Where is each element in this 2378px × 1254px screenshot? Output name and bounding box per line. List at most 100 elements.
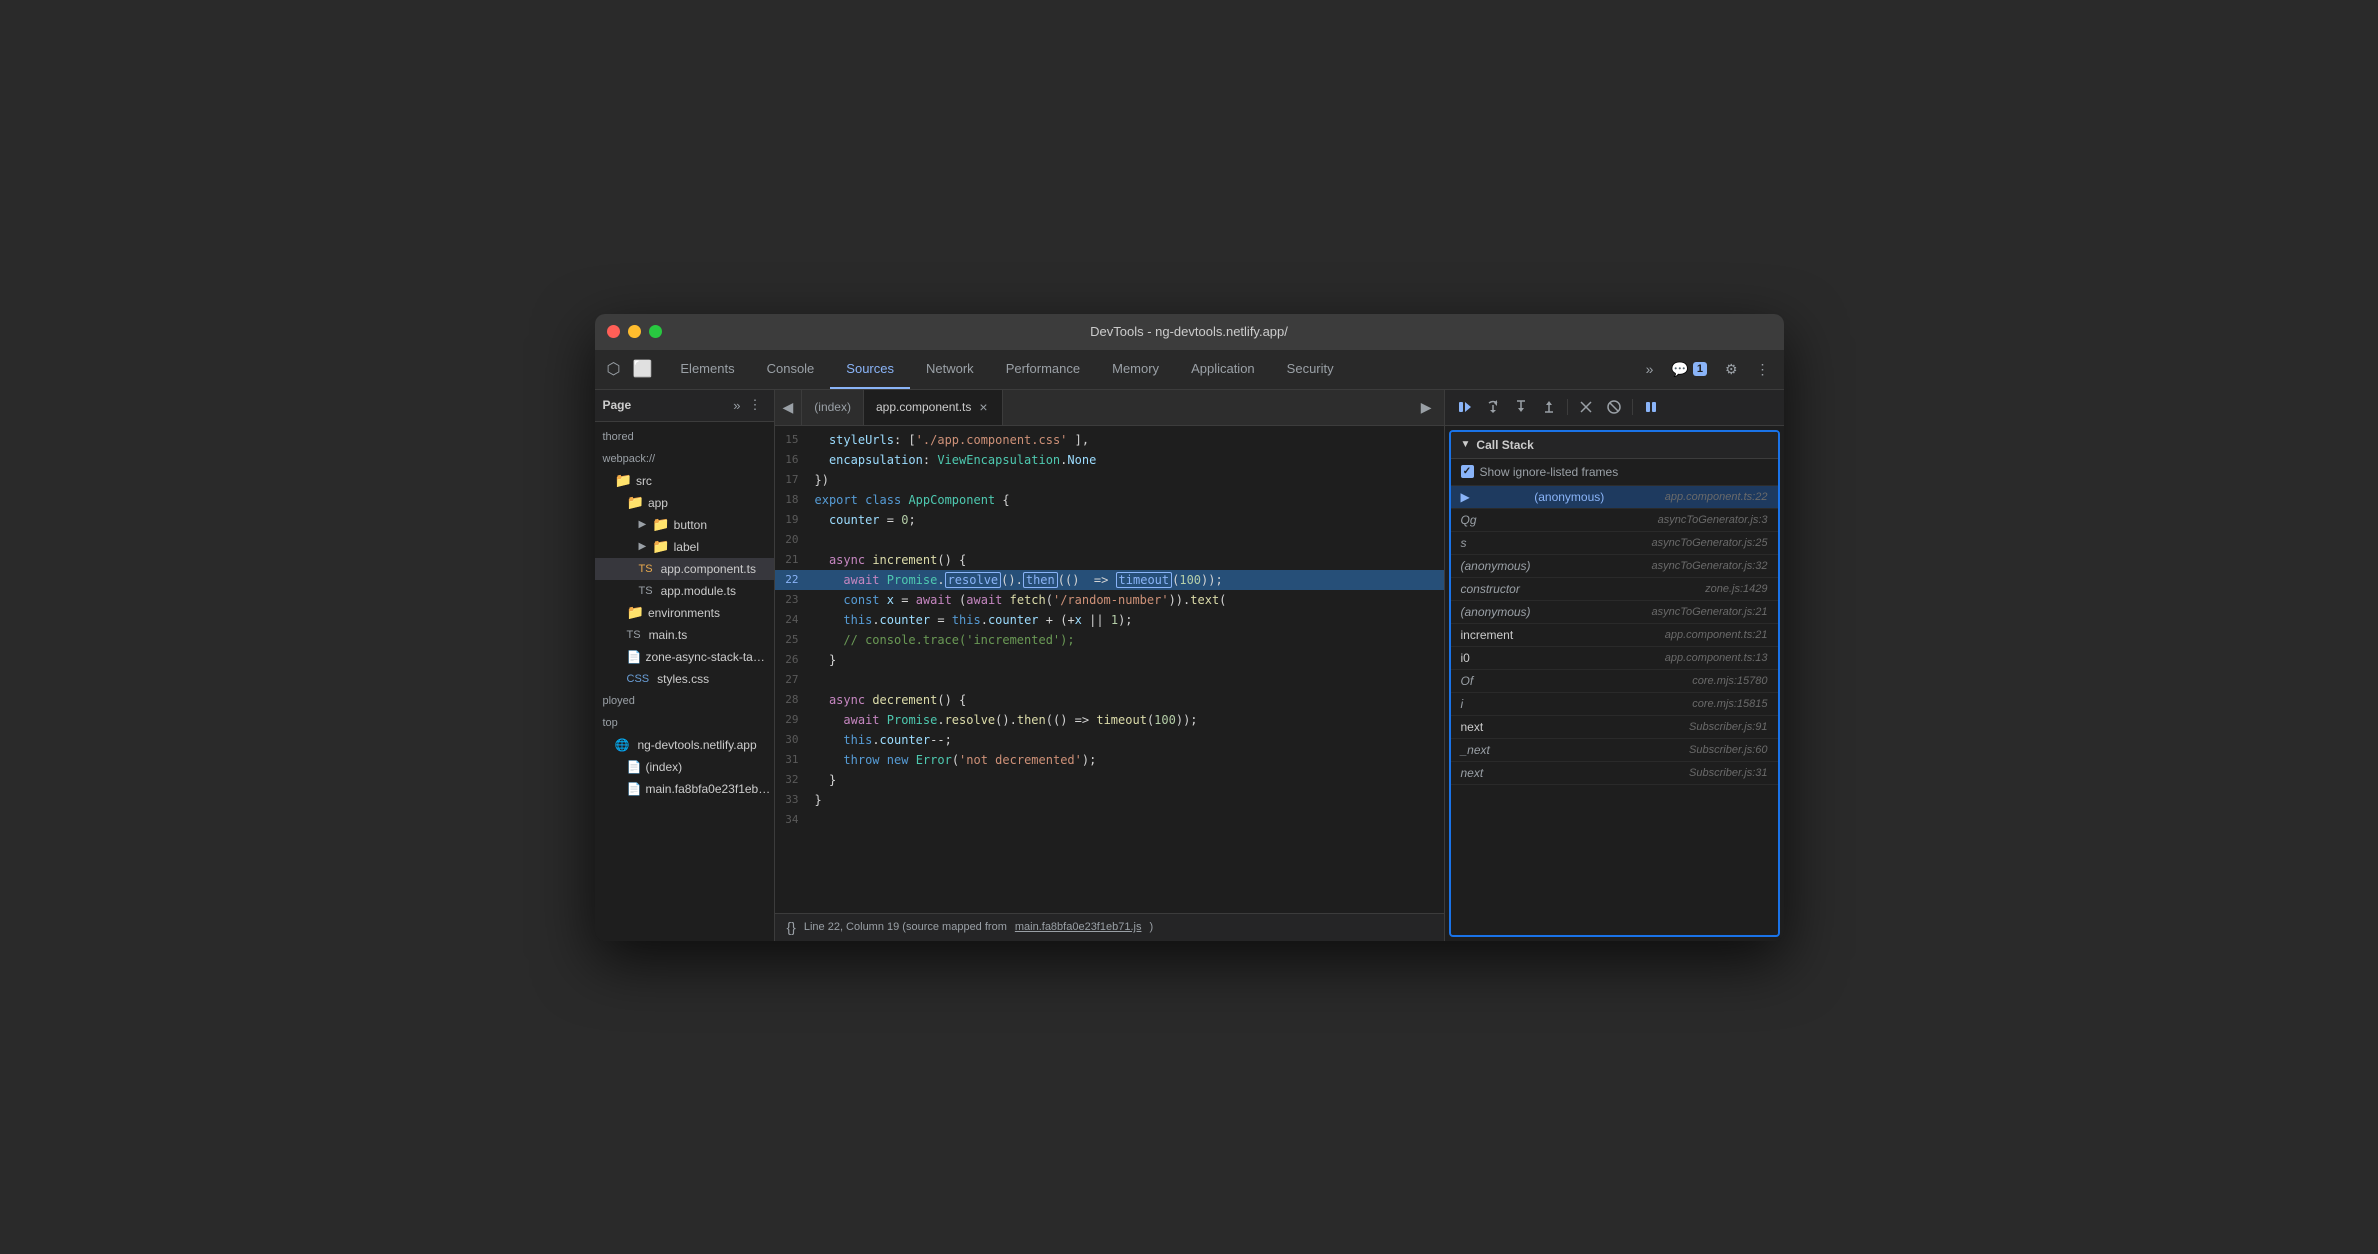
format-button[interactable]: {} <box>787 919 796 935</box>
cs-file-location: asyncToGenerator.js:32 <box>1652 560 1768 572</box>
tree-item-top[interactable]: top <box>595 712 774 734</box>
call-stack-item-1[interactable]: Qg asyncToGenerator.js:3 <box>1451 509 1778 532</box>
devtools-window: DevTools - ng-devtools.netlify.app/ ⬡ ⬜ … <box>595 314 1784 941</box>
call-stack-panel: ▼ Call Stack Show ignore-listed frames ▶… <box>1449 430 1780 937</box>
tab-console[interactable]: Console <box>751 350 831 389</box>
code-line-16: 16 encapsulation: ViewEncapsulation.None <box>775 450 1444 470</box>
call-stack-item-4[interactable]: constructor zone.js:1429 <box>1451 578 1778 601</box>
code-line-19: 19 counter = 0; <box>775 510 1444 530</box>
ts-file-icon: TS <box>639 585 653 597</box>
tree-label: zone-async-stack-ta… <box>645 650 764 664</box>
code-line-26: 26 } <box>775 650 1444 670</box>
tree-label: app.module.ts <box>661 584 736 598</box>
tree-item-webpack[interactable]: webpack:// <box>595 448 774 470</box>
code-line-21: 21 async increment() { <box>775 550 1444 570</box>
editor-tab-app-component[interactable]: app.component.ts × <box>864 390 1003 425</box>
tree-label: (index) <box>645 760 682 774</box>
tab-sources[interactable]: Sources <box>830 350 910 389</box>
cs-function-name: i <box>1461 697 1464 711</box>
code-line-25: 25 // console.trace('incremented'); <box>775 630 1444 650</box>
tree-item-label[interactable]: ▶ 📁 label <box>595 536 774 558</box>
tab-application[interactable]: Application <box>1175 350 1271 389</box>
tree-label: styles.css <box>657 672 709 686</box>
settings-icon: ⚙ <box>1725 361 1738 378</box>
tree-item-ployed[interactable]: ployed <box>595 690 774 712</box>
tree-item-button[interactable]: ▶ 📁 button <box>595 514 774 536</box>
call-stack-item-12[interactable]: next Subscriber.js:31 <box>1451 762 1778 785</box>
deactivate-breakpoints-button[interactable] <box>1574 395 1598 419</box>
tree-item-index[interactable]: 📄 (index) <box>595 756 774 778</box>
file-icon: 📄 <box>627 782 642 796</box>
tree-item-thored[interactable]: thored <box>595 426 774 448</box>
call-stack-header[interactable]: ▼ Call Stack <box>1451 432 1778 459</box>
editor-back-button[interactable]: ◀ <box>775 390 803 425</box>
sidebar-menu-icon[interactable]: ⋮ <box>745 395 766 415</box>
minimize-button[interactable] <box>628 325 641 338</box>
tree-label: label <box>674 540 699 554</box>
call-stack-item-9[interactable]: i core.mjs:15815 <box>1451 693 1778 716</box>
call-stack-item-3[interactable]: (anonymous) asyncToGenerator.js:32 <box>1451 555 1778 578</box>
file-icon: 📄 <box>627 760 642 774</box>
editor-area: ◀ (index) app.component.ts × ▶ 15 styleU… <box>775 390 1444 941</box>
toolbar-separator2 <box>1632 399 1633 415</box>
tree-item-app[interactable]: 📁 app <box>595 492 774 514</box>
call-stack-item-10[interactable]: next Subscriber.js:91 <box>1451 716 1778 739</box>
tree-item-main-bundle[interactable]: 📄 main.fa8bfa0e23f1eb… <box>595 778 774 800</box>
sidebar-more-icon[interactable]: » <box>729 396 744 415</box>
tree-label: environments <box>648 606 720 620</box>
editor-tab-index[interactable]: (index) <box>802 390 864 425</box>
editor-tab-label: app.component.ts <box>876 400 971 414</box>
tree-item-app-module-ts[interactable]: TS app.module.ts <box>595 580 774 602</box>
expand-arrow-icon: ▶ <box>639 541 647 552</box>
tree-item-main-ts[interactable]: TS main.ts <box>595 624 774 646</box>
tree-item-ng-devtools[interactable]: 🌐 ng-devtools.netlify.app <box>595 734 774 756</box>
close-tab-icon[interactable]: × <box>977 399 989 415</box>
tree-item-app-component-ts[interactable]: TS app.component.ts <box>595 558 774 580</box>
show-ignored-frames-checkbox[interactable] <box>1461 465 1474 478</box>
maximize-button[interactable] <box>649 325 662 338</box>
tree-item-environments[interactable]: 📁 environments <box>595 602 774 624</box>
tabs-list: Elements Console Sources Network Perform… <box>664 350 1631 389</box>
notification-button[interactable]: 💬 1 <box>1665 357 1713 382</box>
tree-item-src[interactable]: 📁 src <box>595 470 774 492</box>
tab-network[interactable]: Network <box>910 350 990 389</box>
pause-button[interactable] <box>1639 395 1663 419</box>
cs-file-location: zone.js:1429 <box>1705 583 1767 595</box>
tab-memory[interactable]: Memory <box>1096 350 1175 389</box>
tab-performance[interactable]: Performance <box>990 350 1096 389</box>
tree-item-styles-css[interactable]: CSS styles.css <box>595 668 774 690</box>
call-stack-item-0[interactable]: ▶ (anonymous) app.component.ts:22 <box>1451 486 1778 509</box>
call-stack-item-7[interactable]: i0 app.component.ts:13 <box>1451 647 1778 670</box>
settings-button[interactable]: ⚙ <box>1719 357 1744 382</box>
call-stack-item-2[interactable]: s asyncToGenerator.js:25 <box>1451 532 1778 555</box>
more-options-button[interactable]: ⋮ <box>1750 357 1776 382</box>
call-stack-item-8[interactable]: Of core.mjs:15780 <box>1451 670 1778 693</box>
call-stack-item-6[interactable]: increment app.component.ts:21 <box>1451 624 1778 647</box>
call-stack-title: Call Stack <box>1476 438 1533 452</box>
cs-file-location: Subscriber.js:31 <box>1689 767 1767 779</box>
call-stack-item-11[interactable]: _next Subscriber.js:60 <box>1451 739 1778 762</box>
tab-elements[interactable]: Elements <box>664 350 750 389</box>
call-stack-item-5[interactable]: (anonymous) asyncToGenerator.js:21 <box>1451 601 1778 624</box>
close-button[interactable] <box>607 325 620 338</box>
resume-button[interactable] <box>1453 395 1477 419</box>
status-bar: {} Line 22, Column 19 (source mapped fro… <box>775 913 1444 941</box>
tab-security[interactable]: Security <box>1271 350 1350 389</box>
window-title: DevTools - ng-devtools.netlify.app/ <box>1090 324 1288 339</box>
code-editor[interactable]: 15 styleUrls: ['./app.component.css' ], … <box>775 426 1444 913</box>
cursor-icon[interactable]: ⬡ <box>603 355 625 383</box>
play-icon[interactable]: ▶ <box>1417 395 1436 420</box>
sidebar-page-label: Page <box>603 398 730 412</box>
more-tabs-button[interactable]: » <box>1640 357 1660 381</box>
tree-item-zone[interactable]: 📄 zone-async-stack-ta… <box>595 646 774 668</box>
source-map-link[interactable]: main.fa8bfa0e23f1eb71.js <box>1015 921 1142 933</box>
cs-file-location: Subscriber.js:91 <box>1689 721 1767 733</box>
sidebar-header: Page » ⋮ <box>595 390 774 422</box>
device-icon[interactable]: ⬜ <box>628 355 656 383</box>
step-over-button[interactable] <box>1481 395 1505 419</box>
folder-icon: 📁 <box>627 494 644 511</box>
file-icon: 📄 <box>627 650 642 664</box>
no-pause-on-exceptions-button[interactable] <box>1602 395 1626 419</box>
step-into-button[interactable] <box>1509 395 1533 419</box>
step-out-button[interactable] <box>1537 395 1561 419</box>
